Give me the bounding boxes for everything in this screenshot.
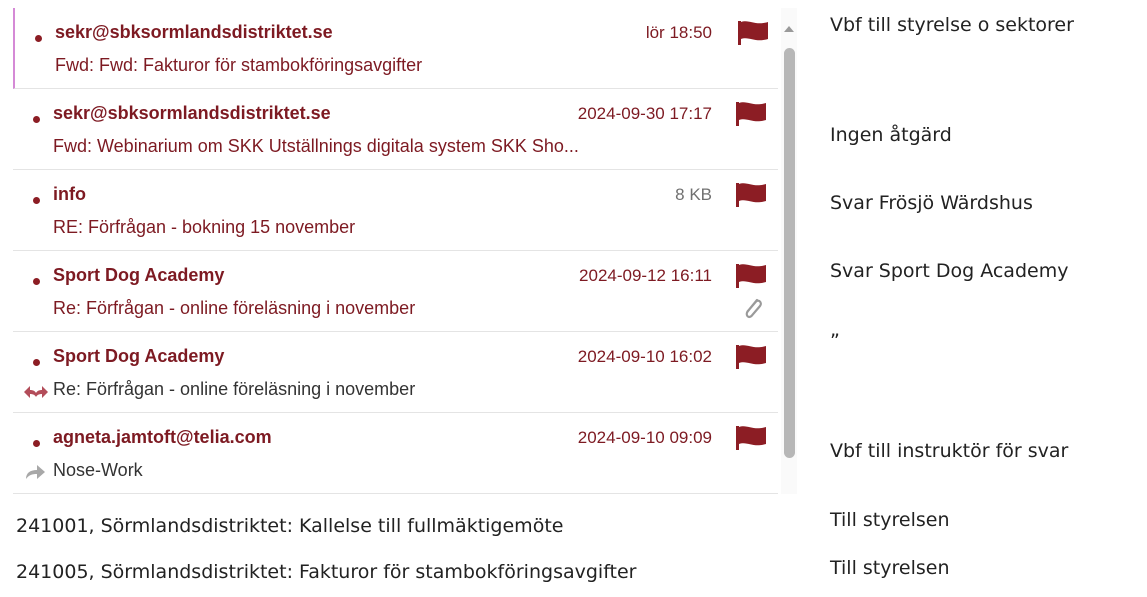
note-text: Ingen åtgärd <box>830 124 952 146</box>
message-date: 2024-09-10 09:09 <box>577 428 712 447</box>
message-row[interactable]: sekr@sbksormlandsdistriktet.se lör 18:50… <box>13 8 778 89</box>
message-row[interactable]: info 8 KB RE: Förfrågan - bokning 15 nov… <box>13 170 778 251</box>
flag-icon[interactable] <box>735 182 769 208</box>
paperclip-icon <box>745 298 762 319</box>
flag-icon[interactable] <box>735 425 769 451</box>
message-subject: Fwd: Fwd: Fakturor för stambokföringsavg… <box>55 55 423 75</box>
message-row[interactable]: Sport Dog Academy 2024-09-12 16:11 Re: F… <box>13 251 778 332</box>
reply-forward-icon <box>24 386 48 398</box>
message-row[interactable]: sekr@sbksormlandsdistriktet.se 2024-09-3… <box>13 89 778 170</box>
unread-dot <box>33 197 40 204</box>
message-subject: Nose-Work <box>53 460 143 480</box>
unread-dot <box>33 116 40 123</box>
unread-dot <box>33 278 40 285</box>
message-sender: Sport Dog Academy <box>53 265 225 285</box>
message-sender: sekr@sbksormlandsdistriktet.se <box>53 103 331 123</box>
message-sender: Sport Dog Academy <box>53 346 225 366</box>
message-date: 2024-09-12 16:11 <box>579 266 712 285</box>
document-line: 241001, Sörmlandsdistriktet: Kallelse ti… <box>16 515 564 537</box>
flag-icon[interactable] <box>737 20 771 46</box>
message-size: 8 KB <box>675 185 712 204</box>
unread-dot <box>33 440 40 447</box>
mail-panel: sekr@sbksormlandsdistriktet.se lör 18:50… <box>13 8 797 494</box>
message-sender: info <box>53 184 86 204</box>
message-date: 2024-09-30 17:17 <box>577 104 712 123</box>
message-subject: Re: Förfrågan - online föreläsning i nov… <box>53 298 416 318</box>
message-sender: agneta.jamtoft@telia.com <box>53 427 272 447</box>
note-text: Vbf till styrelse o sektorer <box>830 14 1074 36</box>
message-sender: sekr@sbksormlandsdistriktet.se <box>55 22 333 42</box>
flag-icon[interactable] <box>735 101 769 127</box>
message-date: 2024-09-10 16:02 <box>577 347 712 366</box>
flag-icon[interactable] <box>735 344 769 370</box>
message-row[interactable]: agneta.jamtoft@telia.com 2024-09-10 09:0… <box>13 413 778 494</box>
note-text: Svar Frösjö Wärdshus <box>830 192 1033 214</box>
note-text: ” <box>830 330 840 352</box>
document-line: 241005, Sörmlandsdistriktet: Fakturor fö… <box>16 561 637 583</box>
note-text: Till styrelsen <box>830 509 950 531</box>
note-text: Till styrelsen <box>830 557 950 579</box>
message-list: sekr@sbksormlandsdistriktet.se lör 18:50… <box>13 8 778 494</box>
scroll-thumb[interactable] <box>784 48 795 458</box>
note-text: Svar Sport Dog Academy <box>830 260 1069 282</box>
note-text: Vbf till instruktör för svar <box>830 440 1069 462</box>
unread-dot <box>35 35 42 42</box>
message-subject: Fwd: Webinarium om SKK Utställnings digi… <box>53 136 579 156</box>
chevron-up-icon[interactable] <box>783 24 795 34</box>
message-row[interactable]: Sport Dog Academy 2024-09-10 16:02 Re: F… <box>13 332 778 413</box>
scrollbar[interactable] <box>781 8 797 494</box>
message-date: lör 18:50 <box>645 23 712 42</box>
message-subject: Re: Förfrågan - online föreläsning i nov… <box>53 379 416 399</box>
message-subject: RE: Förfrågan - bokning 15 november <box>53 217 356 237</box>
forward-icon <box>26 465 45 479</box>
flag-icon[interactable] <box>735 263 769 289</box>
unread-dot <box>33 359 40 366</box>
